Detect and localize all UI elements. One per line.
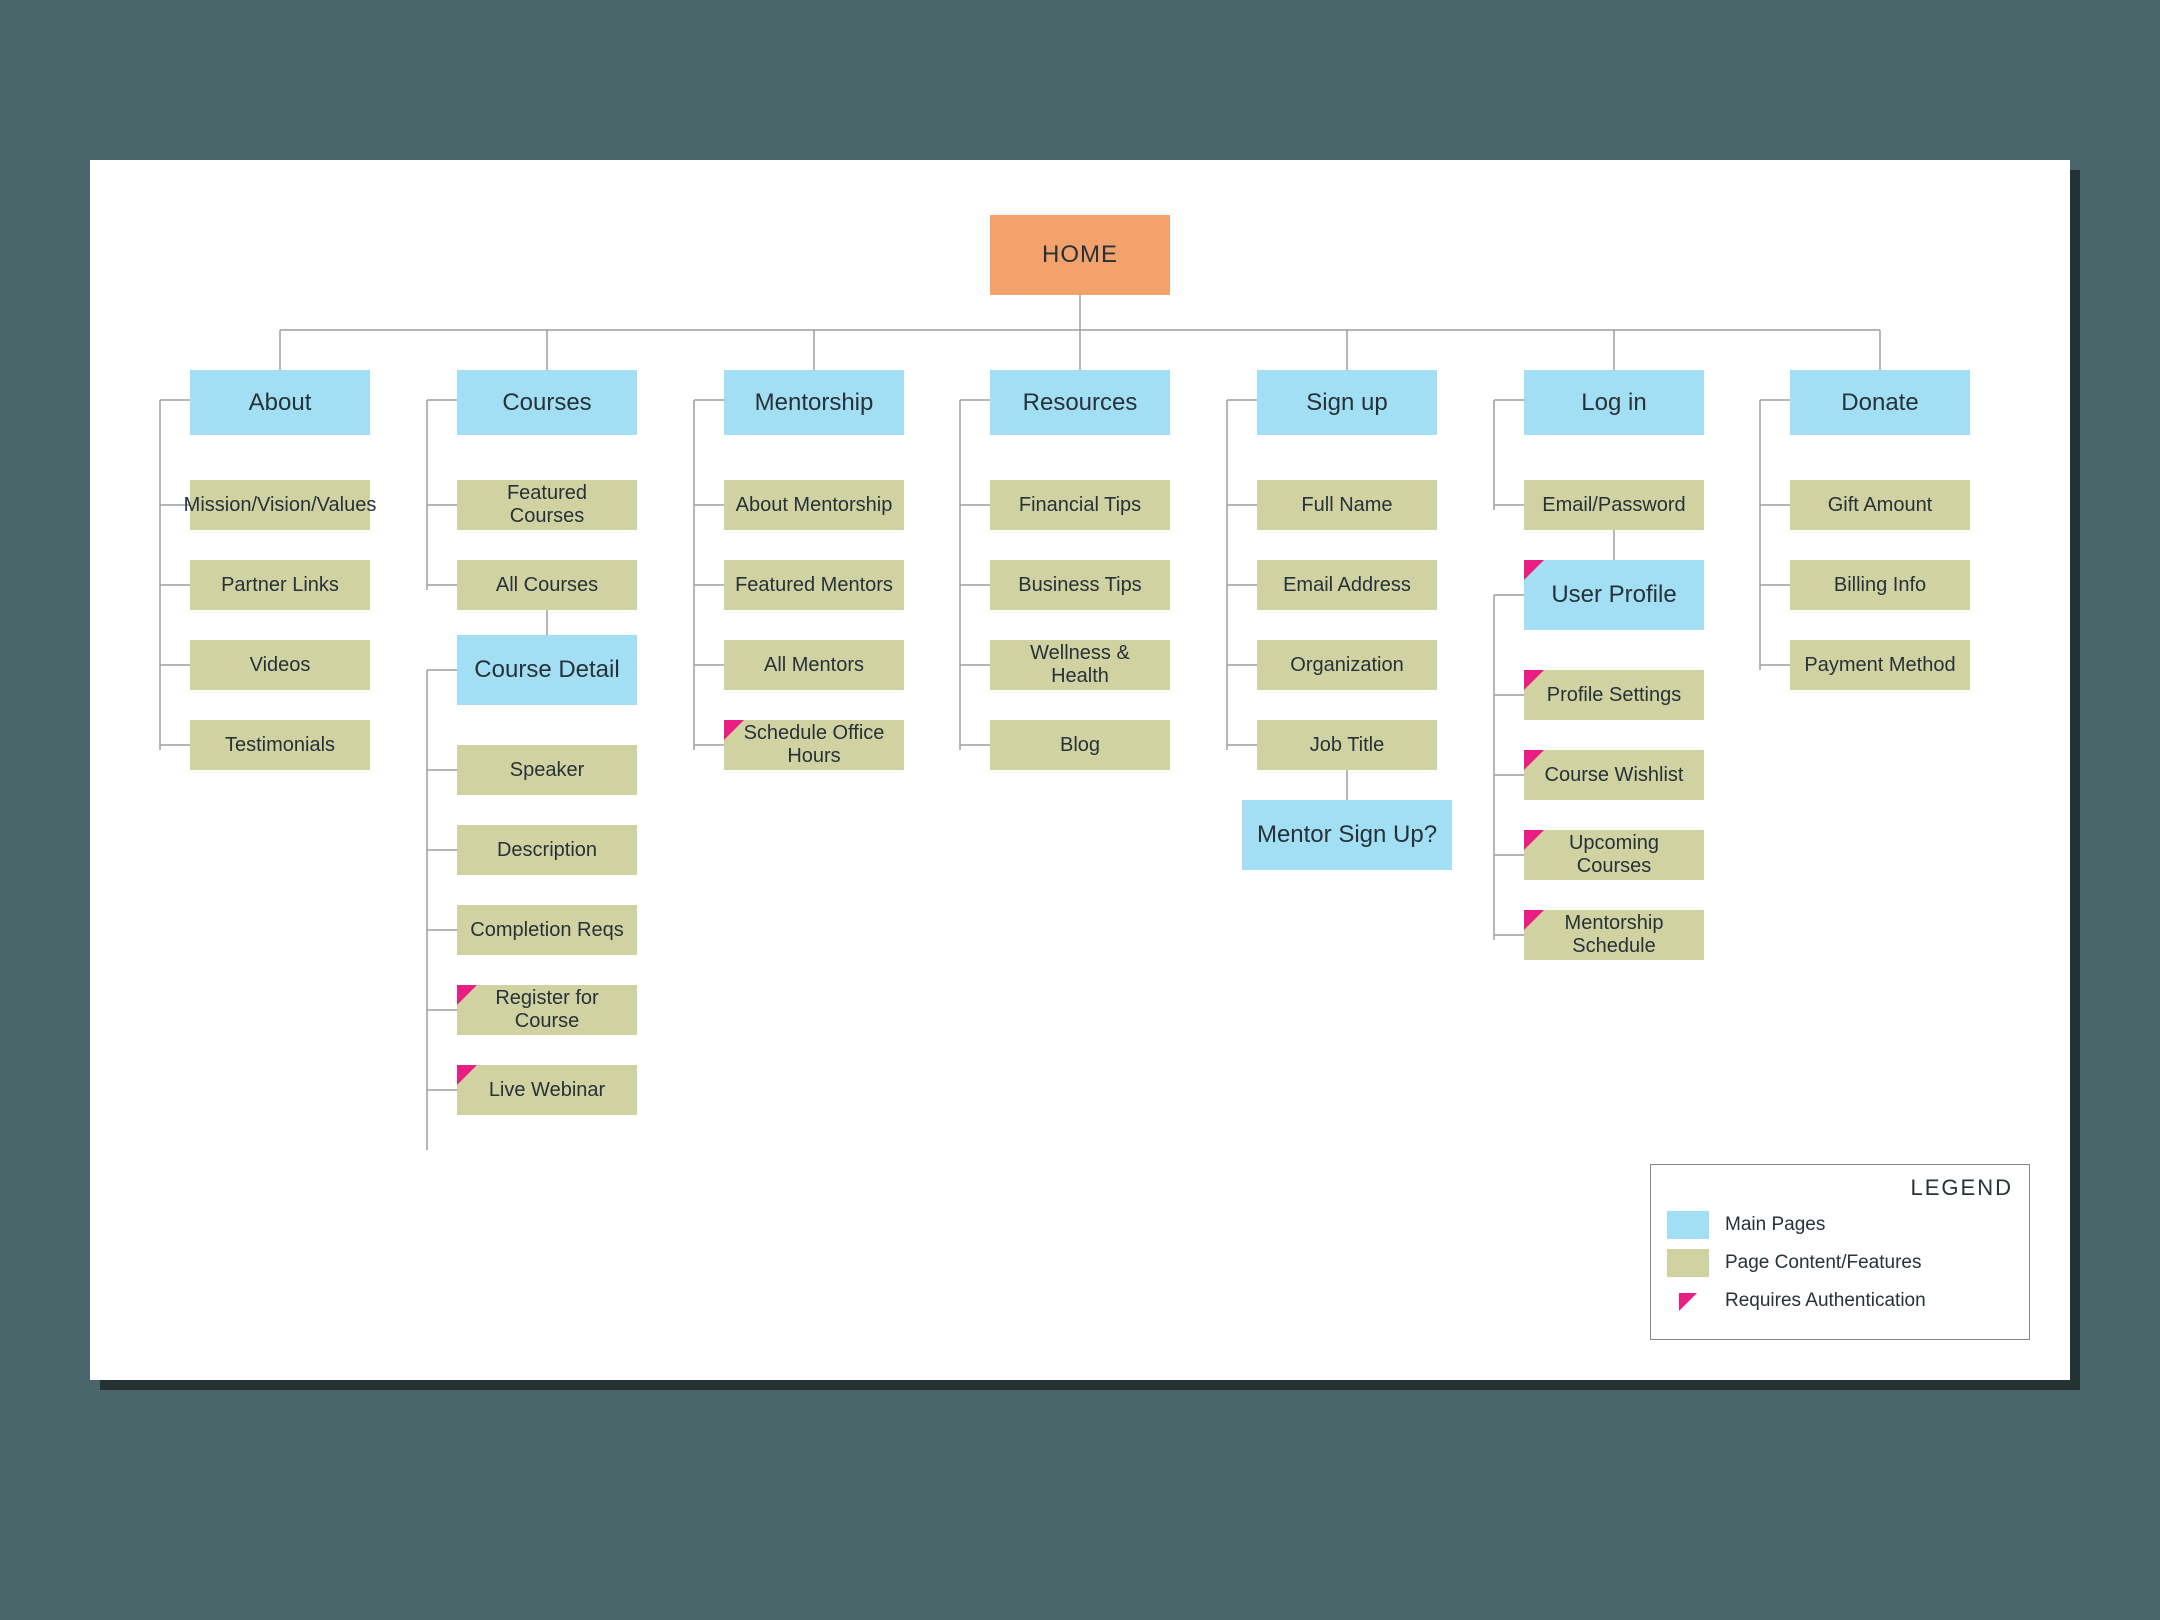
auth-flag-icon: [1524, 560, 1544, 580]
node-featured-courses: Featured Courses: [457, 480, 637, 530]
node-label: User Profile: [1551, 581, 1676, 609]
auth-flag-icon: [1524, 670, 1544, 690]
node-gift-amount: Gift Amount: [1790, 480, 1970, 530]
node-partner-links: Partner Links: [190, 560, 370, 610]
node-donate: Donate: [1790, 370, 1970, 435]
node-label: Profile Settings: [1547, 684, 1682, 707]
node-mission: Mission/Vision/Values: [190, 480, 370, 530]
node-speaker: Speaker: [457, 745, 637, 795]
node-label: Register for Course: [467, 987, 627, 1033]
node-email-password: Email/Password: [1524, 480, 1704, 530]
legend-swatch-feature: [1667, 1249, 1709, 1277]
node-testimonials: Testimonials: [190, 720, 370, 770]
legend-label: Requires Authentication: [1725, 1290, 1926, 1312]
node-label: Mentorship Schedule: [1534, 912, 1694, 958]
legend-swatch-auth-icon: [1667, 1287, 1709, 1315]
legend-swatch-main: [1667, 1211, 1709, 1239]
legend-box: LEGEND Main Pages Page Content/Features …: [1650, 1164, 2030, 1340]
node-wellness-health: Wellness & Health: [990, 640, 1170, 690]
node-resources: Resources: [990, 370, 1170, 435]
legend-label: Page Content/Features: [1725, 1252, 1921, 1274]
node-about: About: [190, 370, 370, 435]
node-home: HOME: [990, 215, 1170, 295]
legend-title: LEGEND: [1667, 1175, 2013, 1201]
legend-row-main: Main Pages: [1667, 1211, 2013, 1239]
node-all-mentors: All Mentors: [724, 640, 904, 690]
node-description: Description: [457, 825, 637, 875]
node-videos: Videos: [190, 640, 370, 690]
node-label: Upcoming Courses: [1534, 832, 1694, 878]
node-register-course: Register for Course: [457, 985, 637, 1035]
auth-flag-icon: [457, 1065, 477, 1085]
node-signup: Sign up: [1257, 370, 1437, 435]
legend-row-feature: Page Content/Features: [1667, 1249, 2013, 1277]
node-upcoming-courses: Upcoming Courses: [1524, 830, 1704, 880]
node-payment-method: Payment Method: [1790, 640, 1970, 690]
node-featured-mentors: Featured Mentors: [724, 560, 904, 610]
node-courses: Courses: [457, 370, 637, 435]
node-about-mentorship: About Mentorship: [724, 480, 904, 530]
node-completion-reqs: Completion Reqs: [457, 905, 637, 955]
node-business-tips: Business Tips: [990, 560, 1170, 610]
node-login: Log in: [1524, 370, 1704, 435]
auth-flag-icon: [724, 720, 744, 740]
auth-flag-icon: [1524, 910, 1544, 930]
sitemap-canvas: HOME About Mission/Vision/Values Partner…: [90, 160, 2070, 1380]
legend-label: Main Pages: [1725, 1214, 1825, 1236]
auth-flag-icon: [1524, 830, 1544, 850]
node-profile-settings: Profile Settings: [1524, 670, 1704, 720]
auth-flag-icon: [457, 985, 477, 1005]
node-label: Schedule Office Hours: [734, 722, 894, 768]
node-label: Course Wishlist: [1545, 764, 1684, 787]
node-all-courses: All Courses: [457, 560, 637, 610]
node-course-wishlist: Course Wishlist: [1524, 750, 1704, 800]
node-financial-tips: Financial Tips: [990, 480, 1170, 530]
node-course-detail: Course Detail: [457, 635, 637, 705]
node-mentorship-schedule: Mentorship Schedule: [1524, 910, 1704, 960]
node-label: Live Webinar: [489, 1079, 605, 1102]
node-mentor-signup: Mentor Sign Up?: [1242, 800, 1452, 870]
legend-row-auth: Requires Authentication: [1667, 1287, 2013, 1315]
node-mentorship: Mentorship: [724, 370, 904, 435]
node-email-address: Email Address: [1257, 560, 1437, 610]
node-schedule-office-hours: Schedule Office Hours: [724, 720, 904, 770]
node-billing-info: Billing Info: [1790, 560, 1970, 610]
node-blog: Blog: [990, 720, 1170, 770]
node-organization: Organization: [1257, 640, 1437, 690]
node-full-name: Full Name: [1257, 480, 1437, 530]
node-user-profile: User Profile: [1524, 560, 1704, 630]
auth-flag-icon: [1524, 750, 1544, 770]
node-live-webinar: Live Webinar: [457, 1065, 637, 1115]
node-job-title: Job Title: [1257, 720, 1437, 770]
